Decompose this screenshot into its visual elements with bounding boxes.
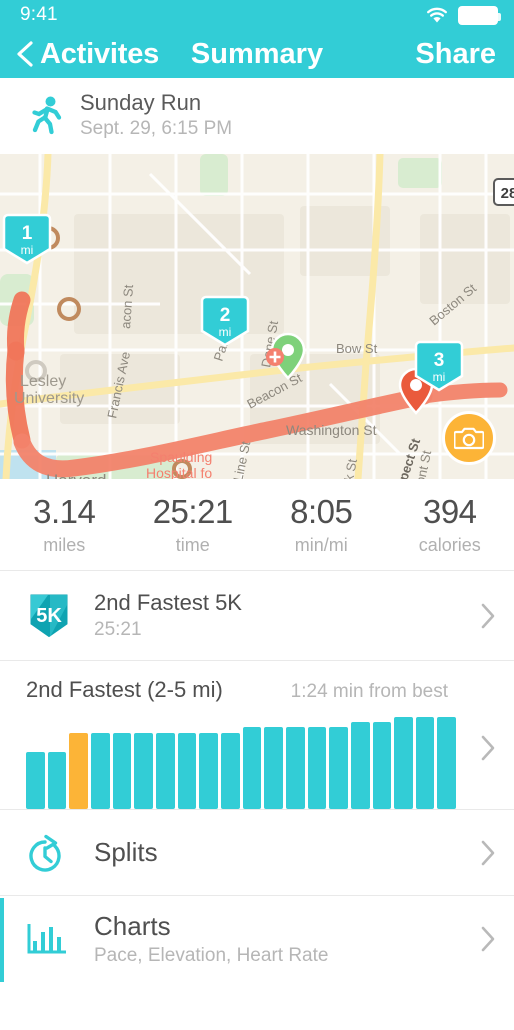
bar-13 [285,727,305,809]
back-button[interactable]: Activites [14,38,159,71]
svg-text:mi: mi [219,325,232,339]
stat-label: calories [418,535,481,555]
nav-row: Activites Summary Share [0,30,514,78]
splits-text: Splits [94,837,158,868]
svg-text:University: University [14,390,84,407]
svg-text:Lesley: Lesley [20,373,66,390]
achievement-subtitle: 25:21 [94,619,142,641]
5k-badge-icon: 5K [26,590,84,642]
bar-chart [26,717,457,809]
achievement-text: 2nd Fastest 5K 25:21 [94,590,242,641]
bar-19 [415,717,435,809]
stopwatch-icon [26,833,84,873]
stat-pace: 8:05 min/mi [257,493,386,556]
bar-17 [372,721,392,809]
bar-1 [26,751,45,809]
chevron-right-icon [481,735,495,761]
bar-16 [350,721,370,809]
achievement-row-5k[interactable]: 5K 2nd Fastest 5K 25:21 [0,571,514,661]
wifi-icon [427,7,447,23]
status-indicators [425,5,501,25]
bar-18 [394,717,413,809]
stat-label: miles [43,535,86,555]
fastest-segment-chart-row[interactable]: 2nd Fastest (2-5 mi) 1:24 min from best [0,661,514,810]
svg-text:mi: mi [21,243,34,257]
route-map[interactable]: Lesley University Harvard University Har… [0,154,514,479]
bar-5 [112,732,132,809]
map-canvas: Lesley University Harvard University Har… [0,154,514,479]
bar-9 [199,732,218,809]
bar-6 [134,732,153,809]
chart-title: 2nd Fastest (2-5 mi) [26,677,223,702]
bar-7 [155,732,175,809]
charts-text: Charts Pace, Elevation, Heart Rate [94,911,328,967]
svg-text:1: 1 [22,223,33,244]
splits-row[interactable]: Splits [0,810,514,896]
activity-datetime: Sept. 29, 6:15 PM [80,118,233,140]
svg-text:5K: 5K [36,605,62,627]
running-person-icon [22,96,68,136]
stat-time: 25:21 time [129,493,258,556]
chart-container: 2nd Fastest (2-5 mi) 1:24 min from best [26,677,457,809]
svg-text:Harvard: Harvard [46,471,106,479]
splits-title: Splits [94,836,158,867]
stat-label: min/mi [294,535,348,555]
stat-label: time [175,535,210,555]
bar-8 [177,732,197,809]
share-button[interactable]: Share [415,38,496,71]
left-edge-accent [0,898,4,982]
activity-title: Sunday Run [80,90,202,116]
svg-text:2: 2 [220,305,231,326]
bar-14 [307,727,327,809]
chevron-right-icon [481,926,495,952]
stat-value: 394 [422,493,477,530]
stats-row: 3.14 miles 25:21 time 8:05 min/mi 394 ca… [0,479,514,571]
chart-chevron [456,724,496,762]
status-time: 9:41 [20,4,58,25]
svg-text:3: 3 [434,350,445,371]
bar-chart-icon [26,922,84,956]
stat-value: 3.14 [33,493,96,530]
bar-2 [47,751,67,809]
chart-header: 2nd Fastest (2-5 mi) 1:24 min from best [26,677,456,703]
achievement-title: 2nd Fastest 5K [94,589,242,615]
charts-row[interactable]: Charts Pace, Elevation, Heart Rate [0,896,514,982]
chevron-right-icon [481,840,495,865]
navigation-bar: 9:41 Activites Summary Share [0,0,514,78]
bar-3 [69,732,88,809]
bar-10 [220,732,240,809]
bar-15 [329,727,348,809]
stat-calories: 394 calories [386,493,514,556]
activity-summary-screen: 9:41 Activites Summary Share Sunday Run … [0,0,514,1030]
charts-subtitle: Pace, Elevation, Heart Rate [94,945,329,967]
bar-20 [437,717,457,809]
bar-4 [90,732,110,809]
activity-text: Sunday Run Sept. 29, 6:15 PM [80,90,232,142]
stat-value: 8:05 [290,493,353,530]
svg-text:Hospital fo: Hospital fo [146,465,212,479]
chevron-right-icon [481,603,495,628]
svg-text:Washington St: Washington St [286,422,377,438]
svg-text:Spaulding: Spaulding [150,449,212,465]
hospital-marker [266,348,284,366]
camera-icon [454,427,484,450]
chart-note: 1:24 min from best [290,681,448,702]
stat-distance: 3.14 miles [0,493,129,556]
bar-11 [242,727,262,809]
route-shield-28: 28 [493,178,514,206]
bar-12 [264,727,283,809]
chevron-left-icon [17,41,33,67]
battery-full-icon [458,5,501,25]
svg-text:Bow St: Bow St [336,341,378,356]
stat-value: 25:21 [152,493,234,530]
camera-button[interactable] [442,411,496,465]
charts-title: Charts [94,910,171,941]
status-bar: 9:41 [0,0,514,30]
svg-text:acon St: acon St [118,284,136,329]
back-button-label: Activites [40,37,160,70]
activity-header: Sunday Run Sept. 29, 6:15 PM [0,78,514,154]
svg-text:mi: mi [433,370,446,384]
svg-text:28: 28 [501,185,514,202]
